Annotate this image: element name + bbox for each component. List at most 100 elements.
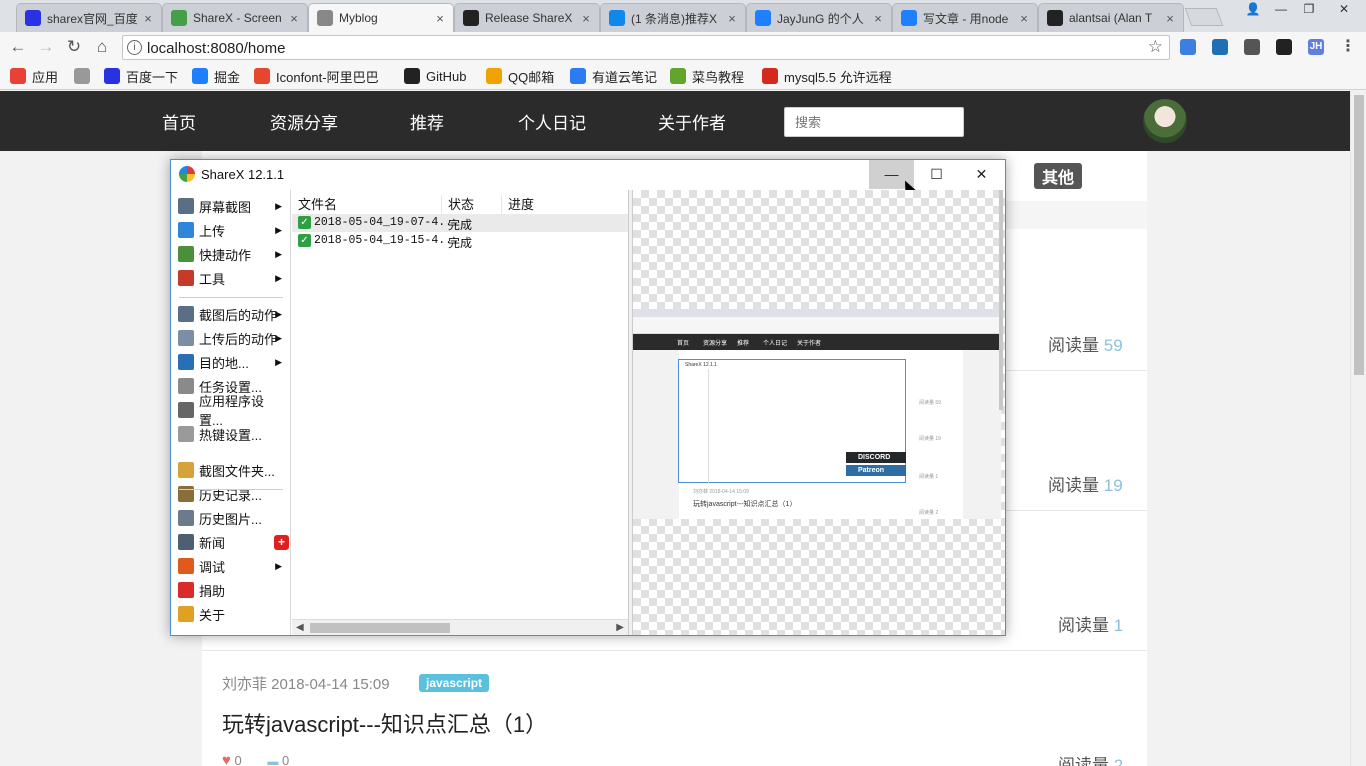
- sharex-main-menu: 屏幕截图 ▶ 上传 ▶ 快捷动作 ▶ 工具 ▶ 截图后的动作 ▶ 上传后的动作 ▶ 目的地... ▶ 任务设…: [171, 190, 291, 635]
- sharex-titlebar[interactable]: ShareX 12.1.1 — ☐ ✕: [171, 160, 1005, 196]
- site-info-icon[interactable]: i: [127, 40, 142, 55]
- check-icon: ✓: [298, 216, 311, 229]
- sharex-menu-item[interactable]: 截图后的动作 ▶: [178, 304, 286, 324]
- scroll-right-icon[interactable]: ▶: [616, 620, 624, 636]
- menu-label: 上传后的动作: [199, 331, 278, 347]
- donate-icon: [178, 582, 194, 598]
- page-scrollbar-thumb[interactable]: [1354, 95, 1364, 375]
- close-tab-icon[interactable]: ×: [723, 11, 741, 26]
- jh-icon[interactable]: JH: [1308, 39, 1324, 55]
- bookmark-item[interactable]: GitHub: [404, 67, 466, 85]
- scroll-left-icon[interactable]: ◀: [296, 620, 304, 636]
- tag-other[interactable]: 其他: [1034, 163, 1083, 189]
- close-tab-icon[interactable]: ×: [139, 11, 157, 26]
- bookmark-item[interactable]: QQ邮箱: [486, 67, 554, 85]
- youdao-icon: [570, 68, 586, 84]
- bookmark-star-icon[interactable]: ☆: [1148, 37, 1163, 57]
- browser-tab[interactable]: (1 条消息)推荐X ×: [600, 3, 746, 32]
- bookmark-item[interactable]: 菜鸟教程: [670, 67, 744, 85]
- nav-about-link[interactable]: 关于作者: [658, 109, 726, 134]
- sharex-menu-item[interactable]: 屏幕截图 ▶: [178, 196, 286, 216]
- site-search-input[interactable]: [784, 107, 964, 137]
- bookmark-item[interactable]: [74, 67, 96, 85]
- close-tab-icon[interactable]: ×: [577, 11, 595, 26]
- nav-home-link[interactable]: 首页: [162, 109, 196, 134]
- screenshot-thumbnail[interactable]: 首页 资源分享 推荐 个人日记 关于作者 阅读量 59 阅读量 19 阅读量 1…: [633, 309, 1001, 519]
- news-badge-icon[interactable]: +: [274, 534, 289, 550]
- browser-tab[interactable]: ShareX - Screen ×: [162, 3, 308, 32]
- menu-icon[interactable]: ⋮: [1340, 39, 1356, 55]
- new-tab-button[interactable]: [1184, 8, 1224, 26]
- browser-tab[interactable]: sharex官网_百度 ×: [16, 3, 162, 32]
- reload-button[interactable]: ↻: [64, 37, 84, 57]
- about-icon: [178, 606, 194, 622]
- address-bar[interactable]: i localhost:8080/home ☆: [122, 35, 1170, 60]
- browser-tab[interactable]: Myblog ×: [308, 3, 454, 32]
- url-text[interactable]: localhost:8080/home: [147, 40, 285, 57]
- bookmark-item[interactable]: mysql5.5 允许远程: [762, 67, 892, 85]
- restore-window-button[interactable]: ❐: [1296, 0, 1322, 18]
- page-scrollbar[interactable]: [1350, 91, 1366, 766]
- browser-tab[interactable]: alantsai (Alan T ×: [1038, 3, 1184, 32]
- lang-icon[interactable]: [1244, 39, 1260, 55]
- column-filename[interactable]: 文件名: [292, 195, 442, 215]
- nav-resources-link[interactable]: 资源分享: [270, 109, 338, 134]
- back-button[interactable]: ←: [8, 37, 28, 57]
- sharex-menu-item[interactable]: 快捷动作 ▶: [178, 244, 286, 264]
- color-icon[interactable]: [1276, 39, 1292, 55]
- translate-icon[interactable]: [1212, 39, 1228, 55]
- close-tab-icon[interactable]: ×: [1015, 11, 1033, 26]
- nav-diary-link[interactable]: 个人日记: [518, 109, 586, 134]
- minimize-window-button[interactable]: —: [1268, 0, 1294, 18]
- like-icon[interactable]: ♥: [222, 752, 231, 766]
- avatar[interactable]: [1143, 99, 1187, 143]
- sharex-menu-item[interactable]: 应用程序设置...: [178, 394, 286, 428]
- post-tag-javascript[interactable]: javascript: [419, 674, 490, 692]
- comment-icon[interactable]: ▬: [267, 756, 278, 766]
- sharex-menu-item[interactable]: 捐助: [178, 580, 286, 600]
- bookmark-item[interactable]: Iconfont-阿里巴巴: [254, 67, 379, 85]
- close-window-button[interactable]: ✕: [1324, 0, 1364, 18]
- mail-icon[interactable]: [1180, 39, 1196, 55]
- sharex-menu-item[interactable]: 新闻 +: [178, 532, 289, 552]
- close-tab-icon[interactable]: ×: [1161, 11, 1179, 26]
- close-tab-icon[interactable]: ×: [431, 11, 449, 26]
- sharex-menu-item[interactable]: 热键设置...: [178, 424, 286, 444]
- menu-label: 工具: [199, 271, 226, 287]
- column-status[interactable]: 状态: [442, 195, 502, 215]
- task-list-hscrollbar[interactable]: ◀ ▶: [292, 619, 628, 635]
- bookmark-item[interactable]: 应用: [10, 67, 58, 85]
- browser-tab[interactable]: JayJunG 的个人 ×: [746, 3, 892, 32]
- post-title[interactable]: 玩转javascript---知识点汇总（1）: [222, 707, 547, 739]
- read-count: 阅读量 1: [1058, 616, 1124, 635]
- sharex-menu-item[interactable]: 关于: [178, 604, 286, 624]
- close-tab-icon[interactable]: ×: [285, 11, 303, 26]
- sharex-menu-item[interactable]: 历史图片...: [178, 508, 286, 528]
- browser-tab[interactable]: 写文章 - 用node ×: [892, 3, 1038, 32]
- sharex-maximize-button[interactable]: ☐: [914, 160, 959, 189]
- bookmark-label: 百度一下: [126, 69, 179, 85]
- home-button[interactable]: ⌂: [92, 37, 112, 57]
- user-icon[interactable]: 👤: [1240, 0, 1266, 18]
- sharex-menu-item[interactable]: 目的地... ▶: [178, 352, 286, 372]
- nav-recommend-link[interactable]: 推荐: [410, 109, 444, 134]
- sharex-menu-item[interactable]: 上传后的动作 ▶: [178, 328, 286, 348]
- task-row[interactable]: ✓ 2018-05-04_19-15-4... 完成: [292, 232, 628, 250]
- browser-tab[interactable]: Release ShareX ×: [454, 3, 600, 32]
- sharex-menu-item[interactable]: 上传 ▶: [178, 220, 286, 240]
- bookmark-item[interactable]: 有道云笔记: [570, 67, 657, 85]
- bookmark-item[interactable]: 百度一下: [104, 67, 178, 85]
- bookmark-item[interactable]: 掘金: [192, 67, 240, 85]
- sharex-menu-item[interactable]: 历史记录...: [178, 484, 286, 504]
- hscroll-thumb[interactable]: [310, 623, 450, 633]
- sharex-menu-item[interactable]: 工具 ▶: [178, 268, 286, 288]
- column-progress[interactable]: 进度: [502, 195, 628, 215]
- sharex-menu-item[interactable]: 截图文件夹...: [178, 460, 286, 480]
- preview-scrollbar[interactable]: [999, 190, 1003, 410]
- forward-button[interactable]: →: [36, 37, 56, 57]
- sharex-menu-item[interactable]: 调试 ▶: [178, 556, 286, 576]
- sharex-close-button[interactable]: ✕: [959, 160, 1004, 189]
- thumb-nav-link: 资源分享: [703, 341, 728, 347]
- task-row[interactable]: ✓ 2018-05-04_19-07-4... 完成: [292, 214, 628, 232]
- close-tab-icon[interactable]: ×: [869, 11, 887, 26]
